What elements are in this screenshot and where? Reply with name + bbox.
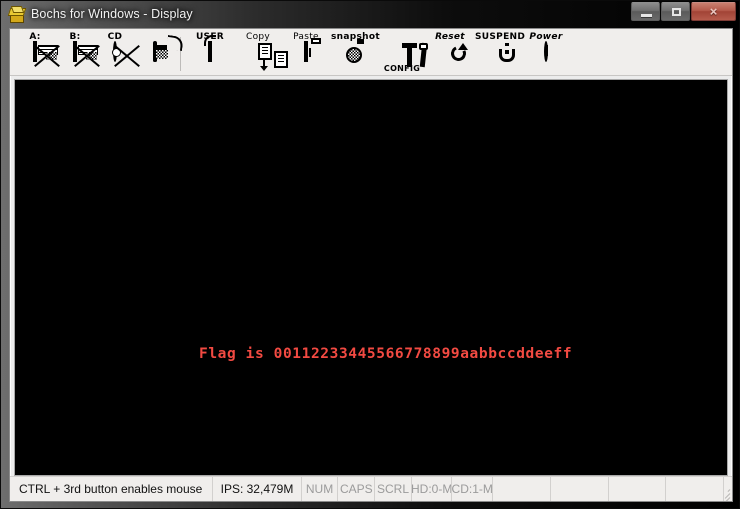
floppy-b-icon (73, 41, 98, 62)
maximize-button[interactable] (661, 2, 690, 21)
status-pane-empty-4 (666, 477, 725, 501)
close-icon: × (709, 4, 718, 19)
status-pane-empty-1 (493, 477, 551, 501)
paste-icon (304, 38, 321, 62)
toolbar-power-button[interactable]: Power (523, 31, 569, 75)
cdrom-icon (111, 41, 121, 62)
status-pane-empty-3 (609, 477, 667, 501)
toolbar-suspend-button[interactable]: SUSPEND (475, 31, 526, 75)
mouse-disabled-icon (153, 34, 184, 62)
toolbar-cdrom[interactable]: CD (96, 31, 134, 75)
toolbar: A: B: CD USER Copy Paste snapshot CONFIG… (10, 29, 732, 76)
toolbar-snapshot-label: snapshot (331, 32, 380, 42)
status-pane-empty-5 (724, 477, 732, 501)
window-controls: × (630, 2, 736, 23)
minimize-icon (641, 14, 652, 17)
status-pane-empty-2 (551, 477, 609, 501)
toolbar-reset-button[interactable]: Reset (427, 31, 473, 75)
status-ips: IPS: 32,479M (213, 477, 302, 501)
bochs-window: Bochs for Windows - Display × A: B: CD U… (0, 0, 740, 509)
status-message: CTRL + 3rd button enables mouse (10, 477, 214, 501)
toolbar-mouse-toggle[interactable] (136, 31, 184, 75)
toolbar-copy-label: Copy (245, 32, 271, 42)
toolbar-config-label: CONFIG (383, 64, 421, 73)
status-caps-lock: CAPS (338, 477, 376, 501)
toolbar-reset-label: Reset (435, 32, 465, 42)
toolbar-paste-button[interactable]: Paste (283, 31, 329, 75)
window-title: Bochs for Windows - Display (31, 7, 193, 21)
toolbar-copy-button[interactable]: Copy (235, 31, 288, 75)
status-drive-cd1: CD:1-M (452, 477, 493, 501)
toolbar-floppy-a[interactable]: A: (16, 31, 58, 75)
toolbar-floppy-b[interactable]: B: (56, 31, 98, 75)
power-icon (544, 41, 548, 62)
bochs-logo-icon (7, 6, 27, 23)
client-area: A: B: CD USER Copy Paste snapshot CONFIG… (9, 28, 733, 502)
status-scroll-lock: SCRL (375, 477, 412, 501)
close-button[interactable]: × (691, 2, 736, 21)
toolbar-user-button[interactable]: USER (187, 31, 233, 75)
keyboard-icon (204, 35, 216, 62)
minimize-button[interactable] (631, 2, 660, 21)
console-flag-text: Flag is 00112233445566778899aabbccddeeff (199, 346, 573, 362)
status-drive-hd0: HD:0-M (412, 477, 453, 501)
floppy-a-icon (33, 41, 58, 62)
status-num-lock: NUM (302, 477, 339, 501)
maximize-icon (672, 8, 681, 16)
status-bar: CTRL + 3rd button enables mouse IPS: 32,… (10, 476, 732, 501)
toolbar-suspend-label: SUSPEND (475, 32, 526, 42)
vga-display-area[interactable]: Flag is 00112233445566778899aabbccddeeff (14, 79, 728, 476)
toolbar-config-button[interactable]: CONFIG (379, 31, 428, 75)
toolbar-snapshot-button[interactable]: snapshot (331, 31, 380, 75)
